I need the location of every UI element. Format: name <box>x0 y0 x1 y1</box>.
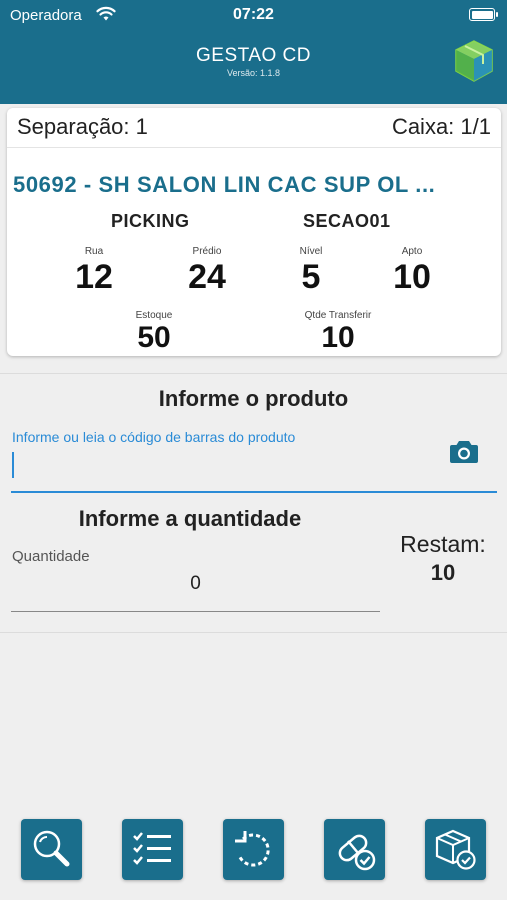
quantity-section-title: Informe a quantidade <box>78 506 302 531</box>
restam-value: 10 <box>430 560 456 585</box>
box-logo-icon <box>455 40 493 82</box>
app-title: GESTAO CD <box>196 45 311 66</box>
undo-icon <box>235 831 270 867</box>
caixa-label: Caixa: 1/1 <box>391 114 491 139</box>
barcode-input[interactable] <box>11 491 497 493</box>
area-label: PICKING <box>111 211 190 231</box>
pills-check-icon <box>338 834 376 871</box>
undo-button[interactable] <box>223 819 284 880</box>
product-name: 50692 - SH SALON LIN CAC SUP OL ... <box>13 172 436 197</box>
separacao-label: Separação: 1 <box>17 114 148 139</box>
card-header: Separação: 1 Caixa: 1/1 <box>7 108 501 148</box>
checklist-icon <box>133 832 171 865</box>
estoque-label: Estoque <box>135 310 173 321</box>
battery-icon <box>469 8 498 21</box>
predio-label: Prédio <box>192 246 222 257</box>
rua-label: Rua <box>84 246 104 257</box>
nivel-value: 5 <box>301 258 321 296</box>
product-section-title: Informe o produto <box>158 386 349 411</box>
restam-label: Restam: <box>400 531 486 557</box>
checklist-button[interactable] <box>122 819 183 880</box>
divider <box>0 632 507 633</box>
app-version: Versão: 1.1.8 <box>226 68 281 78</box>
divider <box>0 373 507 374</box>
search-button[interactable] <box>21 819 82 880</box>
quantity-input[interactable]: 0 <box>11 573 380 595</box>
qtde-transferir-value: 10 <box>321 321 355 354</box>
estoque-value: 50 <box>137 321 171 354</box>
section-label: SECAO01 <box>303 211 391 231</box>
rua-value: 12 <box>75 258 113 296</box>
package-check-button[interactable] <box>425 819 486 880</box>
predio-value: 24 <box>188 258 226 296</box>
picking-card: Separação: 1 Caixa: 1/1 50692 - SH SALON… <box>7 108 501 356</box>
camera-icon[interactable] <box>449 438 479 464</box>
quantity-input-underline <box>11 611 380 612</box>
search-icon <box>33 830 70 867</box>
text-cursor <box>12 452 14 478</box>
apto-label: Apto <box>401 246 423 257</box>
package-check-icon <box>435 829 476 870</box>
nivel-label: Nível <box>299 246 323 257</box>
barcode-input-placeholder[interactable]: Informe ou leia o código de barras do pr… <box>12 429 295 445</box>
app-header: Operadora 07:22 GESTAO CD Versão: 1.1.8 <box>0 0 507 104</box>
status-time: 07:22 <box>233 6 274 23</box>
qtde-transferir-label: Qtde Transferir <box>304 310 372 321</box>
quantity-label: Quantidade <box>12 548 90 565</box>
pills-check-button[interactable] <box>324 819 385 880</box>
apto-value: 10 <box>393 258 431 296</box>
status-bar: Operadora 07:22 <box>0 0 507 32</box>
